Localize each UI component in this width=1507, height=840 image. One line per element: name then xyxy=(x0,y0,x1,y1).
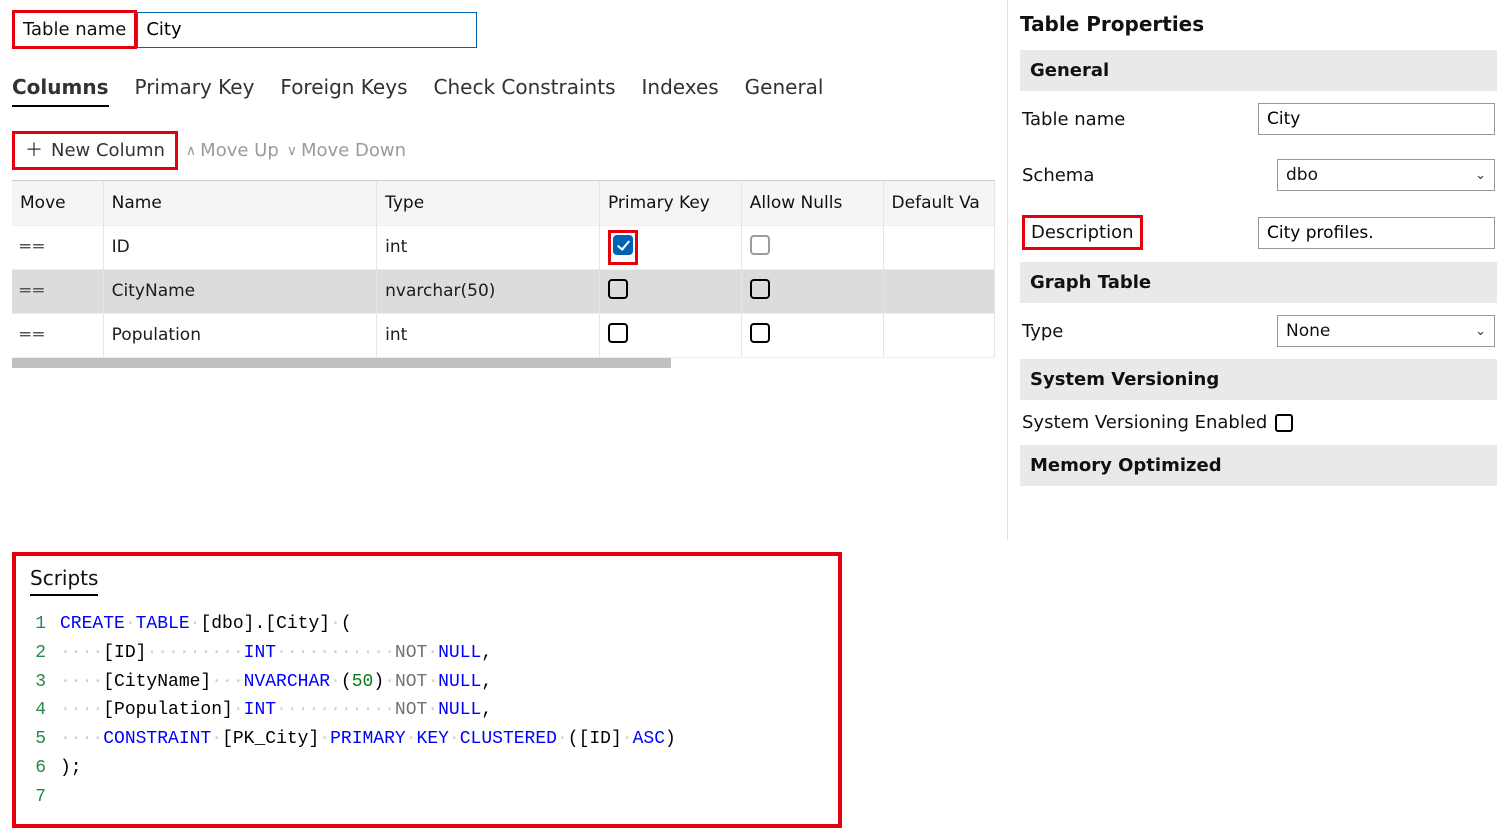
columns-grid: Move Name Type Primary Key Allow Nulls D… xyxy=(12,180,995,358)
scripts-tab[interactable]: Scripts xyxy=(30,566,98,596)
sysver-checkbox[interactable] xyxy=(1275,414,1293,432)
prop-type-select[interactable]: None ⌄ xyxy=(1277,315,1495,347)
main-panel: Table name Columns Primary Key Foreign K… xyxy=(0,0,1007,540)
pk-checkbox[interactable] xyxy=(613,235,633,255)
scripts-panel: Scripts 1CREATE·TABLE·[dbo].[City]·( 2··… xyxy=(12,552,842,828)
tab-columns[interactable]: Columns xyxy=(12,75,109,107)
cell-type[interactable]: int xyxy=(377,225,600,269)
prop-table-name-input[interactable] xyxy=(1258,103,1495,135)
header-pk: Primary Key xyxy=(599,181,741,225)
tab-foreign-keys[interactable]: Foreign Keys xyxy=(280,75,407,107)
header-default: Default Va xyxy=(883,181,994,225)
chevron-up-icon: ∧ xyxy=(186,143,196,159)
cell-default[interactable] xyxy=(883,313,994,357)
section-memory-optimized: Memory Optimized xyxy=(1020,445,1497,486)
header-nulls: Allow Nulls xyxy=(741,181,883,225)
header-move: Move xyxy=(12,181,103,225)
chevron-down-icon: ⌄ xyxy=(1475,168,1486,183)
prop-table-name-label: Table name xyxy=(1022,109,1258,130)
cell-type[interactable]: nvarchar(50) xyxy=(377,269,600,313)
chevron-down-icon: ∨ xyxy=(287,143,297,159)
header-type: Type xyxy=(377,181,600,225)
grip-icon[interactable]: ══ xyxy=(20,325,46,345)
pk-checkbox[interactable] xyxy=(608,279,628,299)
cell-name[interactable]: ID xyxy=(103,225,376,269)
prop-type-label: Type xyxy=(1022,321,1277,342)
cell-name[interactable]: CityName xyxy=(103,269,376,313)
pk-checkbox[interactable] xyxy=(608,323,628,343)
script-editor[interactable]: 1CREATE·TABLE·[dbo].[City]·( 2····[ID]··… xyxy=(30,610,824,812)
cell-type[interactable]: int xyxy=(377,313,600,357)
move-up-button[interactable]: ∧ Move Up xyxy=(186,140,279,161)
properties-panel: Table Properties General Table name Sche… xyxy=(1007,0,1507,540)
new-column-label: New Column xyxy=(51,140,165,161)
prop-schema-select[interactable]: dbo ⌄ xyxy=(1277,159,1495,191)
tab-check-constraints[interactable]: Check Constraints xyxy=(434,75,616,107)
header-row: Move Name Type Primary Key Allow Nulls D… xyxy=(12,181,995,225)
properties-title: Table Properties xyxy=(1020,12,1497,36)
table-row[interactable]: ══ ID int xyxy=(12,225,995,269)
tab-general[interactable]: General xyxy=(745,75,824,107)
prop-description-input[interactable] xyxy=(1258,217,1495,249)
table-row[interactable]: ══ CityName nvarchar(50) xyxy=(12,269,995,313)
cell-name[interactable]: Population xyxy=(103,313,376,357)
section-graph-table: Graph Table xyxy=(1020,262,1497,303)
table-name-label: Table name xyxy=(12,10,137,49)
tab-primary-key[interactable]: Primary Key xyxy=(135,75,255,107)
table-row[interactable]: ══ Population int xyxy=(12,313,995,357)
prop-schema-label: Schema xyxy=(1022,165,1277,186)
section-general: General xyxy=(1020,50,1497,91)
header-name: Name xyxy=(103,181,376,225)
nulls-checkbox[interactable] xyxy=(750,323,770,343)
cell-default[interactable] xyxy=(883,269,994,313)
plus-icon: ＋ xyxy=(25,142,43,160)
tab-indexes[interactable]: Indexes xyxy=(642,75,719,107)
cell-default[interactable] xyxy=(883,225,994,269)
prop-description-label: Description xyxy=(1022,215,1143,250)
horizontal-scrollbar[interactable] xyxy=(12,358,671,368)
nulls-checkbox[interactable] xyxy=(750,235,770,255)
move-down-button[interactable]: ∨ Move Down xyxy=(287,140,406,161)
new-column-button[interactable]: ＋ New Column xyxy=(12,131,178,170)
section-system-versioning: System Versioning xyxy=(1020,359,1497,400)
scrollbar-thumb[interactable] xyxy=(12,358,671,368)
tab-bar: Columns Primary Key Foreign Keys Check C… xyxy=(12,75,995,107)
grip-icon[interactable]: ══ xyxy=(20,281,46,301)
grip-icon[interactable]: ══ xyxy=(20,237,46,257)
table-name-input[interactable] xyxy=(137,12,477,48)
nulls-checkbox[interactable] xyxy=(750,279,770,299)
columns-table[interactable]: Move Name Type Primary Key Allow Nulls D… xyxy=(12,181,995,357)
chevron-down-icon: ⌄ xyxy=(1475,324,1486,339)
prop-sysver-label: System Versioning Enabled xyxy=(1022,412,1267,433)
